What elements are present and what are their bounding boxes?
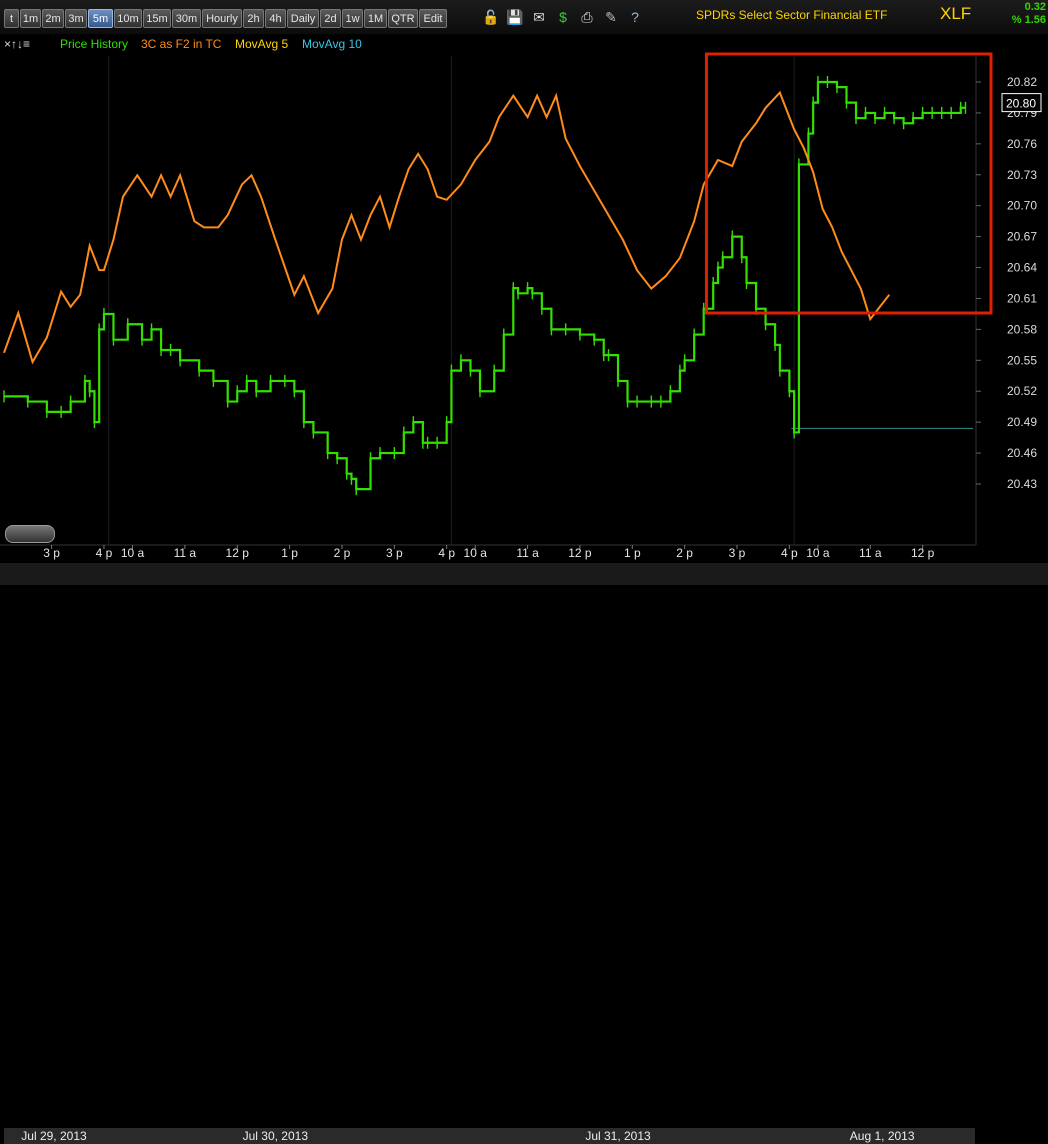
time-tick-label: 2 p <box>334 546 351 560</box>
time-tick-label: 4 p <box>438 546 455 560</box>
price-tick-label: 20.82 <box>1007 75 1037 89</box>
legend-movavg-10[interactable]: MovAvg 10 <box>302 37 362 51</box>
last-price-label: 20.80 <box>1006 97 1036 111</box>
time-tick-label: 10 a <box>121 546 145 560</box>
time-tick-label: 11 a <box>174 546 197 560</box>
legend-movavg-5[interactable]: MovAvg 5 <box>235 37 288 51</box>
date-segment: Jul 31, 2013 <box>446 1128 790 1144</box>
time-tick-label: 10 a <box>464 546 488 560</box>
date-bar: Jul 29, 2013 Jul 30, 2013 Jul 31, 2013 Aug … <box>0 563 1048 1144</box>
price-tick-label: 20.64 <box>1007 261 1037 275</box>
price-tick-label: 20.67 <box>1007 230 1037 244</box>
price-tick-label: 20.73 <box>1007 168 1037 182</box>
time-tick-label: 12 p <box>911 546 935 560</box>
time-tick-label: 3 p <box>43 546 60 560</box>
time-tick-label: 10 a <box>806 546 830 560</box>
price-tick-label: 20.52 <box>1007 384 1037 398</box>
time-tick-label: 4 p <box>96 546 113 560</box>
legend-price-history[interactable]: Price History <box>60 37 128 51</box>
price-tick-label: 20.49 <box>1007 415 1037 429</box>
time-tick-label: 12 p <box>568 546 592 560</box>
scroll-knob[interactable] <box>5 525 55 543</box>
price-tick-label: 20.76 <box>1007 137 1037 151</box>
time-tick-label: 4 p <box>781 546 798 560</box>
time-tick-label: 12 p <box>226 546 250 560</box>
time-tick-label: 11 a <box>516 546 539 560</box>
price-tick-label: 20.55 <box>1007 353 1037 367</box>
price-tick-label: 20.43 <box>1007 477 1037 491</box>
time-tick-label: 3 p <box>729 546 746 560</box>
price-chart[interactable]: 20.8220.7920.7620.7320.7020.6720.6420.61… <box>0 0 1048 585</box>
time-tick-label: 1 p <box>281 546 298 560</box>
time-tick-label: 11 a <box>859 546 882 560</box>
price-tick-label: 20.46 <box>1007 446 1037 460</box>
legend-3c[interactable]: 3C as F2 in TC <box>141 37 221 51</box>
date-segment: Jul 29, 2013 <box>4 1128 104 1144</box>
date-segment: Jul 30, 2013 <box>103 1128 447 1144</box>
price-tick-label: 20.61 <box>1007 291 1037 305</box>
time-tick-label: 2 p <box>676 546 693 560</box>
time-tick-label: 1 p <box>624 546 641 560</box>
date-segment: Aug 1, 2013 <box>789 1128 975 1144</box>
time-tick-label: 3 p <box>386 546 403 560</box>
price-tick-label: 20.70 <box>1007 199 1037 213</box>
plot-area <box>0 55 1048 562</box>
price-tick-label: 20.58 <box>1007 322 1037 336</box>
legend-arrows-icon[interactable]: ×↑↓≡ <box>4 37 30 51</box>
